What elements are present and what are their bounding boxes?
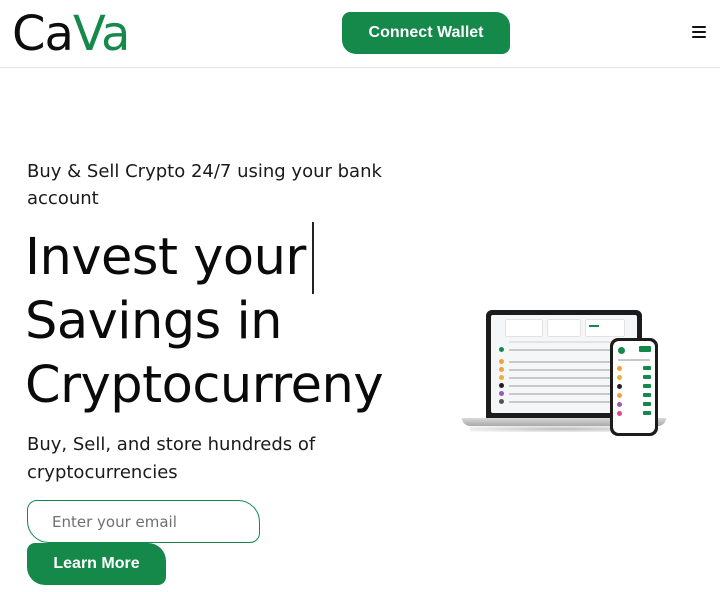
hero-headline: Invest your Savings in Cryptocurreny [25, 226, 445, 418]
logo-text-ca: Ca [12, 6, 74, 62]
dashboard-card [585, 319, 625, 337]
site-header: CaVa Connect Wallet [0, 0, 720, 68]
connect-wallet-button[interactable]: Connect Wallet [342, 12, 510, 54]
email-input[interactable] [27, 500, 260, 543]
logo-text-va: Va [72, 6, 131, 62]
hamburger-menu-icon[interactable] [692, 26, 706, 40]
phone-frame [610, 338, 658, 436]
hero-subline: Buy, Sell, and store hundreds of cryptoc… [27, 434, 316, 483]
headline-line-3: Cryptocurreny [25, 356, 384, 415]
laptop-and-phone-illustration [462, 310, 672, 450]
hero-tagline: Buy & Sell Crypto 24/7 using your bank a… [27, 161, 382, 209]
dashboard-card [505, 319, 543, 337]
dashboard-card [547, 319, 581, 337]
cava-logo[interactable]: CaVa [12, 6, 131, 62]
phone-app-image [613, 341, 655, 433]
headline-line-2: Savings in [25, 292, 282, 351]
typing-caret [312, 222, 314, 294]
headline-line-1: Invest your [25, 228, 306, 287]
learn-more-button[interactable]: Learn More [27, 543, 166, 585]
